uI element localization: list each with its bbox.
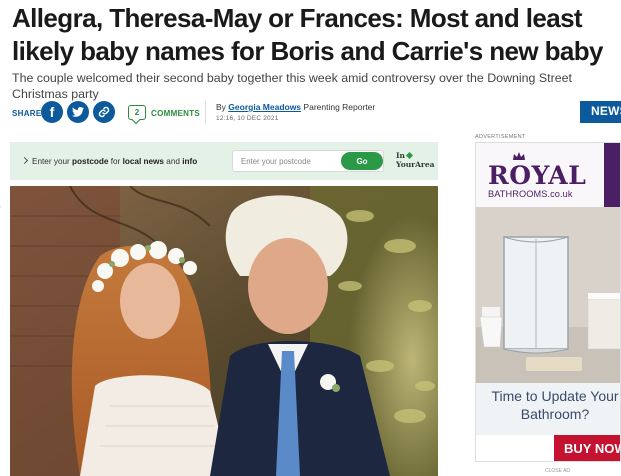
comments-count-badge[interactable]: 2	[128, 105, 146, 120]
ad-side-strip	[604, 143, 620, 207]
ad-logo-subtitle: BATHROOMS.co.uk	[488, 189, 573, 199]
ad-headline: Time to Update Your Bathroom?	[491, 388, 619, 422]
postcode-prompt: Enter your postcode for local news and i…	[32, 157, 198, 166]
author-role: Parenting Reporter	[303, 102, 376, 112]
advertisement-banner[interactable]: ROYAL BATHROOMS.co.uk Time to Update You…	[475, 142, 621, 462]
ad-footer-label[interactable]: CLOSE AD	[545, 468, 570, 474]
publish-date: 12:16, 10 DEC 2021	[216, 115, 279, 122]
link-icon[interactable]	[93, 101, 115, 123]
ad-bathroom-image	[476, 207, 620, 383]
author-link[interactable]: Georgia Meadows	[228, 102, 301, 112]
article-standfirst: The couple welcomed their second baby to…	[12, 71, 572, 101]
byline: By Georgia Meadows Parenting Reporter	[216, 102, 375, 112]
comments-link[interactable]: COMMENTS	[151, 109, 200, 118]
ad-buy-now-button[interactable]: BUY NOW	[554, 435, 620, 461]
facebook-glyph: f	[49, 104, 55, 120]
facebook-icon[interactable]: f	[41, 101, 63, 123]
nav-news-tab[interactable]: NEWS	[580, 101, 621, 123]
inyourarea-logo[interactable]: In YourArea	[396, 151, 435, 169]
margin-mark: ‹	[0, 204, 2, 209]
byline-divider	[205, 101, 206, 124]
chevron-right-icon	[20, 156, 29, 165]
ad-logo: ROYAL	[488, 161, 587, 190]
inyourarea-diamond-icon	[405, 151, 414, 160]
share-label: SHARE	[12, 109, 42, 118]
postcode-go-button[interactable]: Go	[341, 152, 383, 170]
advertisement-label: ADVERTISEMENT	[475, 134, 526, 140]
twitter-icon[interactable]	[67, 101, 89, 123]
byline-prefix: By	[216, 102, 226, 112]
crown-icon	[513, 152, 525, 160]
article-headline: Allegra, Theresa-May or Frances: Most an…	[12, 3, 604, 66]
article-hero-image[interactable]	[10, 186, 438, 476]
ad-cta-spacer	[476, 435, 554, 461]
postcode-bar: Enter your postcode for local news and i…	[10, 142, 438, 180]
